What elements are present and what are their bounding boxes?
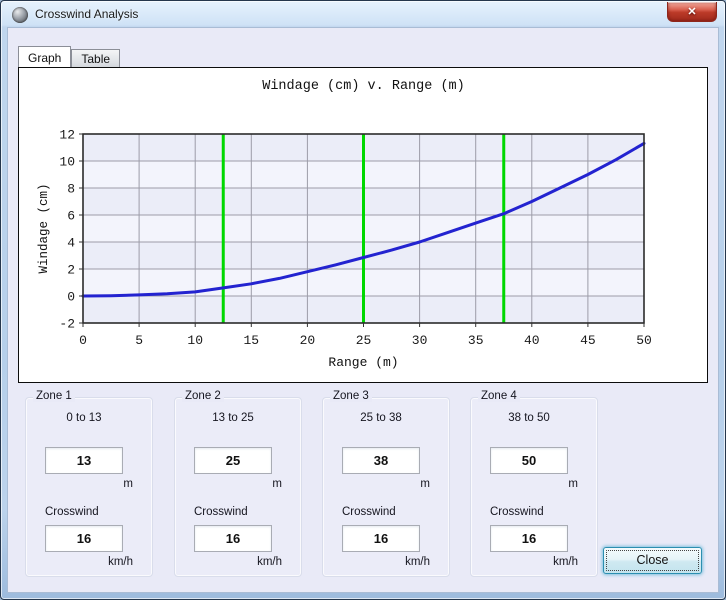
titlebar[interactable]: Crosswind Analysis ✕ xyxy=(1,1,725,28)
zone-1-crosswind-label: Crosswind xyxy=(45,506,99,518)
svg-text:15: 15 xyxy=(243,333,259,348)
svg-text:5: 5 xyxy=(135,333,143,348)
tab-strip: Graph Table xyxy=(18,46,120,67)
svg-text:Windage (cm): Windage (cm) xyxy=(37,183,51,273)
zone-2-range-text: 13 to 25 xyxy=(194,412,272,424)
svg-text:10: 10 xyxy=(59,155,75,170)
zone-4-crosswind-label: Crosswind xyxy=(490,506,544,518)
zone-1-crosswind-input[interactable] xyxy=(45,525,123,552)
svg-text:45: 45 xyxy=(580,333,596,348)
tab-graph[interactable]: Graph xyxy=(18,46,71,67)
zone-1-range-input[interactable] xyxy=(45,447,123,474)
tab-table[interactable]: Table xyxy=(71,49,120,67)
svg-text:35: 35 xyxy=(468,333,484,348)
zone-2-range-unit: m xyxy=(194,478,282,490)
zone-2-range-input[interactable] xyxy=(194,447,272,474)
svg-text:8: 8 xyxy=(67,182,75,197)
svg-text:30: 30 xyxy=(412,333,428,348)
zone-4-crosswind-unit: km/h xyxy=(490,556,578,568)
zone-4-group: Zone 4 38 to 50 m Crosswind km/h xyxy=(470,397,598,577)
zone-2-crosswind-label: Crosswind xyxy=(194,506,248,518)
zone-3-range-unit: m xyxy=(342,478,430,490)
window-close-button[interactable]: ✕ xyxy=(667,2,717,22)
zone-2-crosswind-unit: km/h xyxy=(194,556,282,568)
zone-2-group: Zone 2 13 to 25 m Crosswind km/h xyxy=(174,397,302,577)
svg-text:12: 12 xyxy=(59,128,75,143)
crosswind-analysis-window: Crosswind Analysis ✕ Graph Table 0 5 10 15 2… xyxy=(0,0,726,600)
zone-1-range-unit: m xyxy=(45,478,133,490)
zone-2-label: Zone 2 xyxy=(182,390,224,402)
zone-3-crosswind-label: Crosswind xyxy=(342,506,396,518)
dialog-client-area: Graph Table 0 5 10 15 20 25 30 35 40 45 50 -2 0 2 4 6 8 1… xyxy=(8,28,718,592)
close-icon: ✕ xyxy=(687,6,696,18)
svg-text:Range (m): Range (m) xyxy=(328,355,398,370)
zone-4-range-unit: m xyxy=(490,478,578,490)
zone-4-crosswind-input[interactable] xyxy=(490,525,568,552)
zone-3-crosswind-unit: km/h xyxy=(342,556,430,568)
window-title: Crosswind Analysis xyxy=(35,7,138,21)
zone-4-range-input[interactable] xyxy=(490,447,568,474)
windage-chart: 0 5 10 15 20 25 30 35 40 45 50 -2 0 2 4 6 8 10 12 Windage (… xyxy=(18,67,708,383)
app-icon xyxy=(12,7,28,23)
svg-text:10: 10 xyxy=(187,333,203,348)
svg-text:0: 0 xyxy=(67,290,75,305)
svg-text:0: 0 xyxy=(79,333,87,348)
zone-1-group: Zone 1 0 to 13 m Crosswind km/h xyxy=(25,397,153,577)
zone-3-label: Zone 3 xyxy=(330,390,372,402)
close-button-label: Close xyxy=(604,553,701,567)
zone-3-range-input[interactable] xyxy=(342,447,420,474)
svg-text:4: 4 xyxy=(67,236,75,251)
svg-text:2: 2 xyxy=(67,263,75,278)
close-button[interactable]: Close xyxy=(603,547,702,574)
zone-1-range-text: 0 to 13 xyxy=(45,412,123,424)
zone-3-range-text: 25 to 38 xyxy=(342,412,420,424)
zone-1-label: Zone 1 xyxy=(33,390,75,402)
zone-3-group: Zone 3 25 to 38 m Crosswind km/h xyxy=(322,397,450,577)
svg-text:20: 20 xyxy=(300,333,316,348)
svg-text:6: 6 xyxy=(67,209,75,224)
zone-4-range-text: 38 to 50 xyxy=(490,412,568,424)
zone-3-crosswind-input[interactable] xyxy=(342,525,420,552)
svg-text:50: 50 xyxy=(636,333,652,348)
zone-4-label: Zone 4 xyxy=(478,390,520,402)
zone-2-crosswind-input[interactable] xyxy=(194,525,272,552)
windage-chart-svg: 0 5 10 15 20 25 30 35 40 45 50 -2 0 2 4 6 8 10 12 Windage (… xyxy=(19,68,707,382)
svg-text:-2: -2 xyxy=(59,317,75,332)
svg-text:Windage (cm) v. Range (m): Windage (cm) v. Range (m) xyxy=(262,79,465,94)
zone-1-crosswind-unit: km/h xyxy=(45,556,133,568)
svg-text:40: 40 xyxy=(524,333,540,348)
svg-text:25: 25 xyxy=(356,333,372,348)
